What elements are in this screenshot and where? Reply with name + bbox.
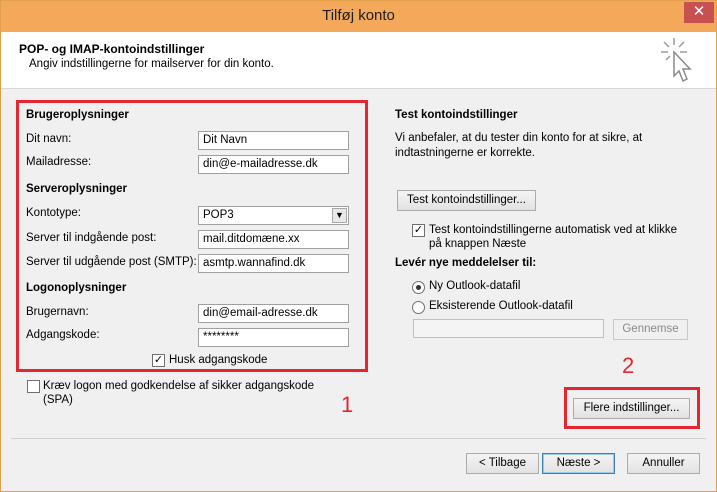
dialog-window: Tilføj konto ✕ POP- og IMAP-kontoindstil… <box>0 0 717 492</box>
account-type-label: Kontotype: <box>26 207 81 219</box>
email-input[interactable]: din@e-mailadresse.dk <box>198 155 349 174</box>
cancel-button[interactable]: Annuller <box>627 453 700 474</box>
existing-datafile-radio[interactable] <box>412 301 425 314</box>
remember-password-checkbox[interactable]: ✓ <box>152 354 165 367</box>
cursor-click-icon <box>661 38 692 83</box>
account-type-value: POP3 <box>203 209 234 221</box>
username-input[interactable]: din@email-adresse.dk <box>198 304 349 323</box>
auto-test-label: Test kontoindstillingerne automatisk ved… <box>429 224 678 250</box>
spa-checkbox[interactable] <box>27 380 40 393</box>
header-title: POP- og IMAP-kontoindstillinger <box>19 42 205 56</box>
remember-password-label: Husk adgangskode <box>169 354 268 366</box>
spa-label: Kræv logon med godkendelse af sikker adg… <box>43 380 315 406</box>
close-icon: ✕ <box>692 3 706 20</box>
password-input[interactable]: ******** <box>198 328 349 347</box>
title-bar: Tilføj konto ✕ <box>1 1 716 32</box>
outgoing-server-label: Server til udgående post (SMTP): <box>26 256 197 268</box>
account-type-select[interactable]: POP3 ▼ <box>198 206 349 225</box>
user-info-heading: Brugeroplysninger <box>26 109 129 121</box>
more-settings-button[interactable]: Flere indstillinger... <box>573 398 690 419</box>
new-datafile-label: Ny Outlook-datafil <box>429 280 521 292</box>
logon-info-heading: Logonoplysninger <box>26 282 127 294</box>
username-label: Brugernavn: <box>26 306 89 318</box>
footer-divider <box>11 438 706 439</box>
annotation-1: 1 <box>341 392 354 417</box>
test-heading: Test kontoindstillinger <box>395 109 518 121</box>
header-panel: POP- og IMAP-kontoindstillinger Angiv in… <box>1 32 716 89</box>
next-button[interactable]: Næste > <box>542 453 615 474</box>
browse-button[interactable]: Gennemse <box>613 319 688 340</box>
auto-test-checkbox[interactable]: ✓ <box>412 224 425 237</box>
incoming-server-label: Server til indgående post: <box>26 232 157 244</box>
server-info-heading: Serveroplysninger <box>26 183 127 195</box>
annotation-2: 2 <box>622 353 635 378</box>
test-account-button[interactable]: Test kontoindstillinger... <box>397 190 536 211</box>
header-subtitle: Angiv indstillingerne for mailserver for… <box>29 58 274 70</box>
incoming-server-input[interactable]: mail.ditdomæne.xx <box>198 230 349 249</box>
chevron-down-icon[interactable]: ▼ <box>332 208 347 223</box>
name-input[interactable]: Dit Navn <box>198 131 349 150</box>
test-description: Vi anbefaler, at du tester din konto for… <box>395 132 643 159</box>
new-datafile-radio[interactable] <box>412 281 425 294</box>
deliver-heading: Levér nye meddelelser til: <box>395 257 537 269</box>
window-title: Tilføj konto <box>322 7 395 24</box>
existing-datafile-label: Eksisterende Outlook-datafil <box>429 300 573 312</box>
existing-datafile-input[interactable] <box>413 319 604 338</box>
password-label: Adgangskode: <box>26 329 100 341</box>
close-button[interactable]: ✕ <box>684 2 714 23</box>
email-label: Mailadresse: <box>26 156 92 168</box>
back-button[interactable]: < Tilbage <box>466 453 539 474</box>
name-label: Dit navn: <box>26 133 72 145</box>
outgoing-server-input[interactable]: asmtp.wannafind.dk <box>198 254 349 273</box>
